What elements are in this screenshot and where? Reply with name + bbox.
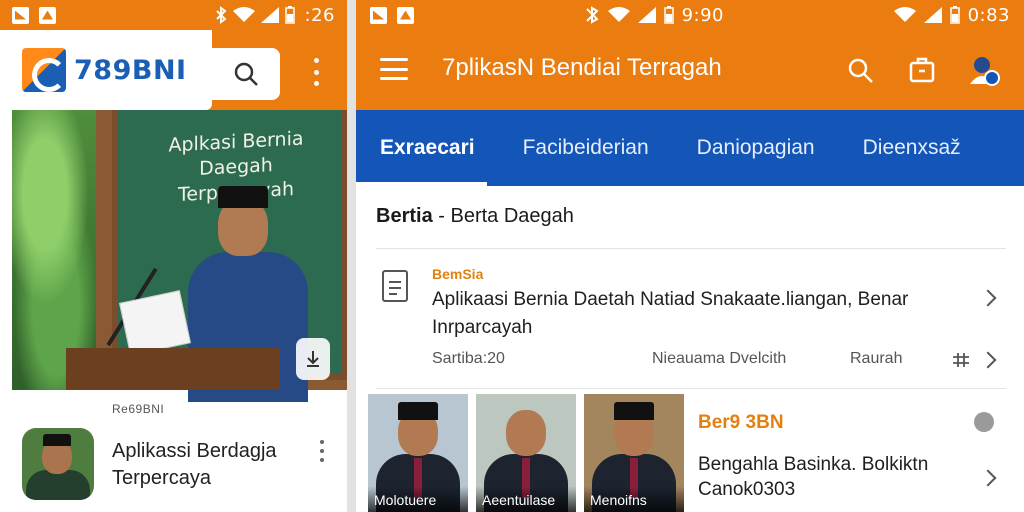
notification-icon [39, 6, 56, 24]
bluetooth-icon [215, 6, 227, 24]
thumbnail-row: Molotuere Aeentuilase Menoifns [368, 394, 684, 512]
related-category: Ber9 3BN [698, 412, 784, 433]
save-button[interactable] [296, 338, 330, 380]
search-icon [234, 62, 258, 86]
article-title: Aplikaasi Bernia Daetah Natiad Snakaate.… [432, 289, 909, 338]
feed-item-thumbnail [22, 428, 94, 500]
search-button[interactable] [212, 48, 280, 100]
active-tab-indicator [356, 182, 487, 186]
left-screen: :26 789BNI Aplkasi Bernia Daegah Terperc… [0, 0, 347, 512]
badge-icon [974, 412, 994, 432]
category-tabs: Exraecari Facibeiderian Daniopagian Diee… [356, 110, 1024, 186]
wifi-icon [232, 7, 255, 22]
bag-button[interactable] [906, 54, 938, 86]
profile-button[interactable] [968, 54, 1000, 86]
thumbnail-card[interactable]: Aeentuilase [476, 394, 576, 512]
article-author: Nieauama Dvelcith [652, 350, 787, 367]
brand-name: 789BNI [74, 54, 187, 86]
cell-signal-icon [637, 7, 656, 23]
related-title[interactable]: Bengahla Basinka. Bolkiktn Canok0303 [698, 452, 948, 502]
status-time: 9:90 [681, 4, 724, 26]
status-notification-icons [12, 6, 56, 24]
status-time: 0:83 [967, 4, 1010, 26]
status-time: :26 [304, 4, 335, 26]
document-icon [382, 270, 408, 302]
tab-3[interactable]: Dieenxsaž [839, 110, 985, 186]
article-tag: Raurah [850, 350, 903, 367]
status-system-icons: :26 [215, 5, 335, 26]
chevron-right-icon[interactable] [979, 351, 997, 369]
menu-icon[interactable] [380, 58, 408, 80]
notification-icon [370, 6, 387, 24]
app-bar: 789BNI [0, 30, 347, 110]
article-card[interactable]: BemSia Aplikaasi Bernia Daetah Natiad Sn… [356, 254, 1024, 384]
download-icon [307, 351, 319, 367]
right-screen: 9:90 0:83 7plikasN Bendiai Terragah Exra… [356, 0, 1024, 512]
divider [376, 248, 1006, 249]
cell-signal-icon [923, 7, 942, 23]
section-title: Bertia - Berta Daegah [376, 205, 574, 228]
divider [376, 388, 1006, 389]
vibrate-icon [585, 6, 599, 24]
app-bar: 7plikasN Bendiai Terragah [356, 30, 1024, 110]
overflow-menu-icon[interactable] [306, 58, 326, 86]
thumbnail-caption: Molotuere [368, 486, 468, 512]
screenshot-root: :26 789BNI Aplkasi Bernia Daegah Terperc… [0, 0, 1024, 512]
feed-item-title-line1: Aplikassi Berdagja [112, 440, 277, 462]
status-bar: 9:90 0:83 [356, 0, 1024, 30]
signal-icons [215, 6, 295, 24]
thumbnail-caption: Aeentuilase [476, 486, 576, 512]
podium [66, 348, 280, 390]
list-item[interactable]: Aplikassi Berdagja Terpercaya [0, 420, 347, 512]
section-title-rest: - Berta Daegah [432, 205, 574, 227]
chevron-right-icon [979, 289, 997, 307]
item-more-icon[interactable] [318, 440, 326, 462]
tab-2[interactable]: Daniopagian [673, 110, 839, 186]
brand-logo-card[interactable]: 789BNI [0, 30, 212, 110]
grid-icon[interactable] [952, 352, 970, 368]
article-date: Sartiba:20 [432, 350, 505, 367]
status-center: 9:90 [584, 5, 724, 26]
brand-logo-icon [22, 48, 66, 92]
battery-icon [949, 6, 960, 24]
screen-divider [347, 0, 356, 512]
wifi-icon [607, 7, 630, 22]
thumbnail-caption: Menoifns [584, 486, 684, 512]
notification-icon [12, 6, 29, 24]
feed-item-title: Aplikassi Berdagja Terpercaya [112, 438, 302, 492]
feed-item-title-line2: Terpercaya [112, 467, 211, 489]
notification-icon [397, 6, 414, 24]
avatar-icon [970, 57, 1000, 86]
search-icon [848, 58, 873, 83]
wifi-icon [893, 7, 916, 22]
article-category: BemSia [432, 266, 484, 282]
chevron-right-icon[interactable] [979, 469, 997, 487]
status-bar: :26 [0, 0, 347, 30]
status-notification-icons [370, 6, 414, 24]
search-button[interactable] [844, 54, 876, 86]
tab-0[interactable]: Exraecari [356, 110, 499, 186]
feed-item-source: Re69BNI [112, 402, 165, 416]
section-title-bold: Bertia [376, 205, 433, 227]
briefcase-icon [909, 57, 935, 83]
app-title: 7plikasN Bendiai Terragah [442, 54, 722, 81]
battery-icon [284, 6, 295, 24]
thumbnail-card[interactable]: Menoifns [584, 394, 684, 512]
cell-signal-icon [260, 7, 279, 23]
status-system-icons: 0:83 [893, 4, 1010, 26]
battery-icon [663, 6, 674, 24]
thumbnail-card[interactable]: Molotuere [368, 394, 468, 512]
tab-1[interactable]: Facibeiderian [499, 110, 673, 186]
